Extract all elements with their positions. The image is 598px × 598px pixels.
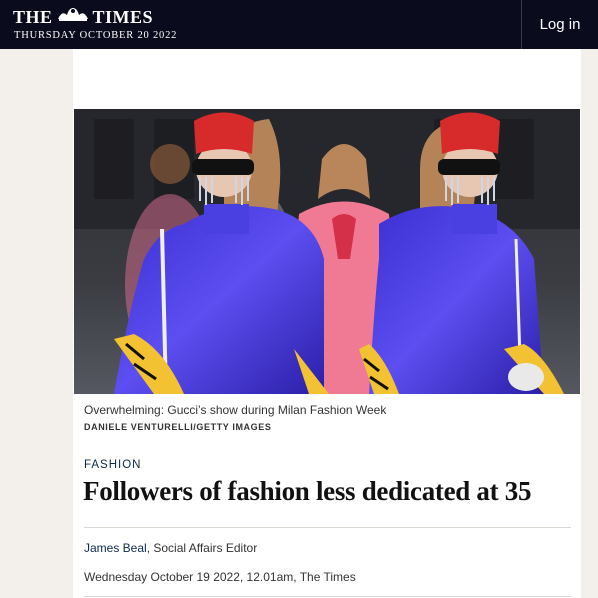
brand-the: THE (13, 7, 53, 27)
byline-bottom-rule (84, 596, 571, 597)
article-headline: Followers of fashion less dedicated at 3… (83, 476, 532, 506)
royal-crest-icon (56, 6, 90, 27)
the-times-logo[interactable]: THE TIMES (13, 7, 153, 28)
publication-date: Wednesday October 19 2022, 12.01am, The … (84, 570, 356, 584)
masthead-date: THURSDAY OCTOBER 20 2022 (14, 30, 178, 41)
author-link[interactable]: James Beal (84, 541, 147, 555)
image-caption: Overwhelming: Gucci’s show during Milan … (84, 403, 387, 417)
article-hero-image (74, 109, 580, 394)
byline: James Beal, Social Affairs Editor (84, 541, 257, 555)
image-credit: DANIELE VENTURELLI/GETTY IMAGES (84, 422, 272, 432)
masthead: THE TIMES THURSDAY OCTOBER 20 2022 Log in (0, 0, 598, 49)
brand-times: TIMES (92, 7, 154, 27)
login-button[interactable]: Log in (522, 0, 598, 49)
author-role: , Social Affairs Editor (146, 541, 258, 555)
section-label[interactable]: FASHION (84, 459, 141, 471)
byline-top-rule (84, 527, 571, 528)
